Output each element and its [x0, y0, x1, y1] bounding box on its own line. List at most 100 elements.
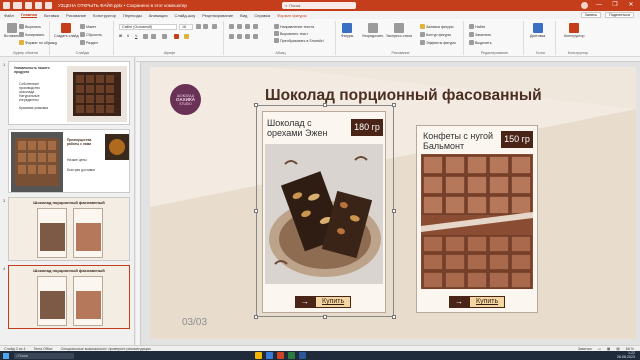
shadow-button[interactable] [151, 34, 156, 39]
save-icon[interactable] [25, 2, 32, 9]
arrange-button[interactable]: Упорядочить [362, 23, 383, 38]
thumbnail-slide-2[interactable]: Преимущества работы с нами Низкие цены Б… [2, 129, 132, 193]
powerpoint-icon[interactable] [277, 352, 284, 359]
tab-file[interactable]: Файл [4, 13, 14, 18]
thumbnail[interactable]: Шоколад порционный фасованный [8, 265, 130, 329]
tab-design[interactable]: Конструктор [93, 13, 116, 18]
tab-animations[interactable]: Анимация [149, 13, 168, 18]
resize-handle[interactable] [254, 209, 258, 213]
tab-draw[interactable]: Рисование [66, 13, 86, 18]
windows-start-icon[interactable] [3, 352, 9, 359]
highlight-button[interactable] [184, 34, 189, 39]
product-card[interactable]: Конфеты с нугой Бальмонт 150 гр → Купить [416, 125, 538, 313]
clear-format-button[interactable] [212, 24, 217, 29]
excel-icon[interactable] [288, 352, 295, 359]
shape-effects-button[interactable]: Эффекты фигуры [420, 40, 456, 45]
autosave-icon[interactable] [13, 2, 22, 9]
minimize-button[interactable]: — [594, 0, 604, 11]
replace-button[interactable]: Заменить [469, 32, 491, 37]
tab-shape-format[interactable]: Формат фигуры [277, 13, 306, 18]
numbering-button[interactable] [237, 24, 242, 29]
undo-icon[interactable] [35, 2, 42, 9]
resize-handle[interactable] [254, 315, 258, 319]
font-name-field[interactable]: Calibri (Основной) [119, 24, 177, 30]
buy-button[interactable]: → Купить [449, 296, 506, 308]
align-center-button[interactable] [237, 34, 242, 39]
close-button[interactable]: ✕ [626, 0, 636, 11]
align-left-button[interactable] [229, 34, 234, 39]
thumb-item: Собственное производство шоколада [19, 82, 40, 94]
reset-button[interactable]: Сбросить [80, 32, 102, 37]
thumbnail-slide-3[interactable]: 3 Шоколад порционный фасованный [2, 197, 132, 261]
tab-review[interactable]: Рецензирование [202, 13, 233, 18]
tab-insert[interactable]: Вставка [44, 13, 59, 18]
designer-button[interactable]: Конструктор [564, 23, 585, 38]
product-name[interactable]: Конфеты с нугой Бальмонт [423, 131, 503, 151]
resize-handle[interactable] [323, 103, 327, 107]
thumbnail-slide-4[interactable]: 4 Шоколад порционный фасованный [2, 265, 132, 329]
bullets-button[interactable] [229, 24, 234, 29]
bold-button[interactable]: Ж [119, 34, 122, 38]
smartart-button[interactable]: Преобразовать в SmartArt [274, 38, 324, 43]
find-button[interactable]: Найти [469, 24, 485, 29]
group-clipboard: Вставить Вырезать Копировать Формат по о… [2, 21, 57, 55]
redo-icon[interactable] [45, 2, 52, 9]
shapes-button[interactable]: Фигуры [341, 23, 353, 38]
font-grow-button[interactable] [196, 24, 201, 29]
indent-decrease-button[interactable] [245, 24, 250, 29]
thumbnail[interactable]: Шоколад порционный фасованный [8, 197, 130, 261]
resize-handle[interactable] [323, 315, 327, 319]
align-text-button[interactable]: Выровнять текст [274, 31, 308, 36]
file-explorer-icon[interactable] [255, 352, 262, 359]
resize-handle[interactable] [392, 315, 396, 319]
browser-icon[interactable] [266, 352, 273, 359]
maximize-button[interactable]: ❐ [610, 0, 620, 11]
slide-title[interactable]: Шоколад порционный фасованный [265, 87, 542, 105]
indent-increase-button[interactable] [253, 24, 258, 29]
paste-button[interactable]: Вставить [4, 23, 19, 38]
layout-button[interactable]: Макет [80, 24, 96, 29]
thumbnail[interactable]: Преимущества работы с нами Низкие цены Б… [8, 129, 130, 193]
product-photo[interactable] [421, 154, 533, 289]
justify-icon [253, 34, 258, 39]
user-avatar[interactable] [581, 2, 588, 9]
copy-button[interactable]: Копировать [19, 32, 44, 37]
underline-button[interactable]: Ч [135, 34, 137, 38]
word-icon[interactable] [299, 352, 306, 359]
italic-button[interactable]: К [127, 34, 129, 38]
strikethrough-button[interactable] [143, 34, 148, 39]
arrow-right-icon: → [449, 296, 469, 308]
shape-fill-button[interactable]: Заливка фигуры [420, 24, 453, 29]
tab-transitions[interactable]: Переходы [123, 13, 142, 18]
share-button[interactable]: Поделиться [605, 12, 634, 18]
record-button[interactable]: Запись [580, 12, 602, 18]
accessibility-status[interactable]: Специальные возможности: проверьте реком… [61, 347, 151, 351]
quick-styles-button[interactable]: Экспресс-стили [386, 23, 412, 38]
cut-button[interactable]: Вырезать [19, 24, 41, 29]
tab-home[interactable]: Главная [20, 12, 38, 18]
dictate-button[interactable]: Диктовка [530, 23, 545, 38]
thumbnail[interactable]: Уникальность нашего продукта Собственное… [8, 61, 130, 125]
tab-help[interactable]: Справка [254, 13, 270, 18]
search-box[interactable]: ⌕ Поиск [282, 2, 356, 9]
tab-view[interactable]: Вид [240, 13, 247, 18]
taskbar-search[interactable]: ⌕ Поиск [14, 352, 74, 359]
char-spacing-button[interactable] [162, 34, 167, 39]
justify-button[interactable] [253, 34, 258, 39]
thumbnail-slide-1[interactable]: 1 Уникальность нашего продукта Собственн… [2, 61, 132, 125]
section-button[interactable]: Раздел [80, 40, 98, 45]
resize-handle[interactable] [392, 103, 396, 107]
align-right-button[interactable] [245, 34, 250, 39]
shape-outline-button[interactable]: Контур фигуры [420, 32, 451, 37]
resize-handle[interactable] [392, 209, 396, 213]
text-direction-button[interactable]: Направление текста [274, 24, 314, 29]
tab-slideshow[interactable]: Слайд-шоу [175, 13, 196, 18]
font-shrink-button[interactable] [203, 24, 208, 29]
select-button[interactable]: Выделить [469, 40, 492, 45]
font-size-field[interactable]: 18 [179, 24, 193, 30]
resize-handle[interactable] [254, 103, 258, 107]
system-clock[interactable]: 1:22 26.08.2023 [617, 351, 635, 359]
slide-canvas[interactable]: ШОКОЛАД ОАХИКА STUDIO Шоколад порционный… [150, 67, 636, 339]
font-color-button[interactable] [174, 34, 179, 39]
new-slide-button[interactable]: Создать слайд [54, 23, 79, 38]
